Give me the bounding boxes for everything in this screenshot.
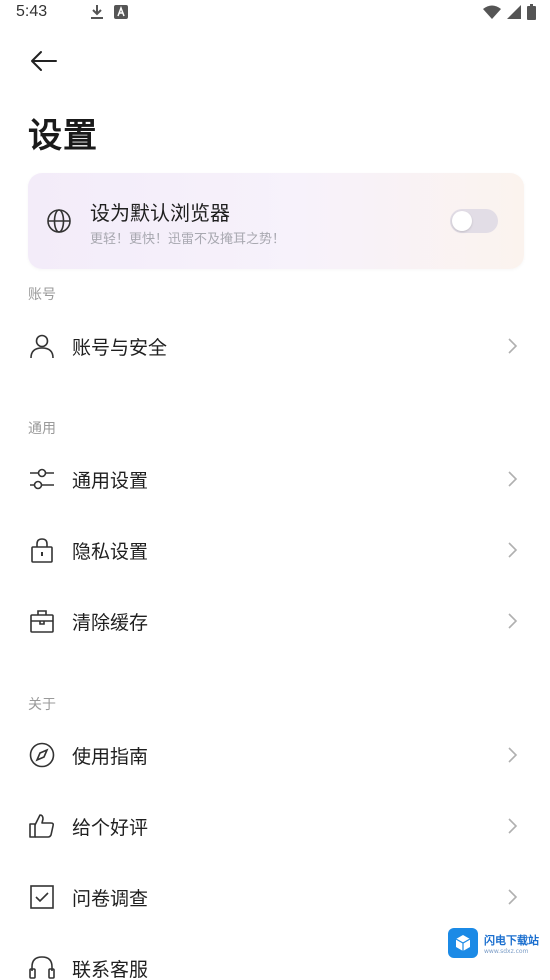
wifi-icon [483,5,501,19]
settings-item-label: 通用设置 [72,470,149,492]
default-browser-subtitle: 更轻！更快！迅雷不及掩耳之势！ [90,232,286,247]
chevron-right-icon [506,746,518,764]
settings-item-general[interactable]: 通用设置 [0,449,550,509]
toggle-knob [452,211,472,231]
chevron-right-icon [506,337,518,355]
watermark-logo: 闪电下载站 www.sdxz.com [448,926,544,960]
back-button[interactable] [26,46,60,76]
settings-item-label: 隐私设置 [72,541,149,563]
signal-icon [507,5,521,19]
chevron-right-icon [506,888,518,906]
default-browser-title: 设为默认浏览器 [90,201,230,225]
settings-item-guide[interactable]: 使用指南 [0,725,550,785]
settings-item-account-security[interactable]: 账号与安全 [0,316,550,376]
app-notification-icon [114,5,128,19]
chevron-right-icon [506,541,518,559]
watermark-box-icon [448,928,478,958]
chevron-right-icon [506,612,518,630]
user-icon [28,332,56,360]
download-icon [90,4,104,20]
lock-icon [28,536,56,564]
default-browser-toggle[interactable] [450,209,498,233]
thumbs-up-icon [28,812,56,840]
chevron-right-icon [506,817,518,835]
settings-item-clear-cache[interactable]: 清除缓存 [0,591,550,651]
settings-item-label: 使用指南 [72,746,149,768]
default-browser-card[interactable]: 设为默认浏览器 更轻！更快！迅雷不及掩耳之势！ [28,173,524,269]
settings-item-label: 账号与安全 [72,337,168,359]
settings-item-label: 联系客服 [72,959,149,980]
settings-item-label: 问卷调查 [72,888,149,910]
compass-icon [28,741,56,769]
back-arrow-icon [29,50,57,72]
settings-item-rate[interactable]: 给个好评 [0,796,550,856]
page-title: 设置 [28,116,98,156]
settings-item-survey[interactable]: 问卷调查 [0,867,550,927]
status-bar: 5:43 [0,0,550,28]
settings-item-privacy[interactable]: 隐私设置 [0,520,550,580]
section-header-general: 通用 [28,421,56,437]
cache-box-icon [28,607,56,635]
battery-icon [527,4,536,20]
globe-icon [46,208,72,234]
settings-item-label: 清除缓存 [72,612,149,634]
chevron-right-icon [506,470,518,488]
section-header-about: 关于 [28,697,56,713]
watermark-url: www.sdxz.com [484,947,529,955]
watermark-name: 闪电下载站 [484,933,539,947]
headset-icon [28,954,56,980]
section-header-account: 账号 [28,287,56,303]
settings-item-label: 给个好评 [72,817,149,839]
sliders-icon [28,465,56,493]
checkbox-icon [28,883,56,911]
status-time: 5:43 [16,3,48,20]
